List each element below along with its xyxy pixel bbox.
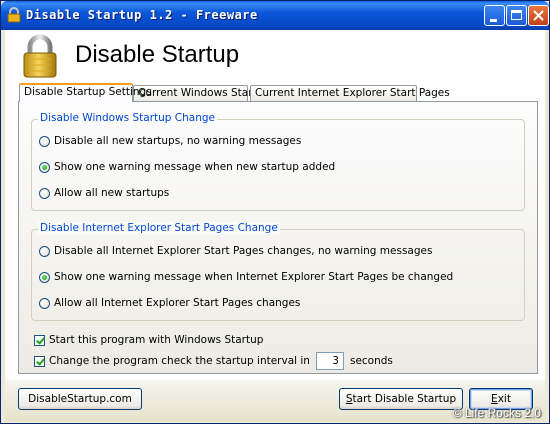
radio-allow-all-startups[interactable]: Allow all new startups [39, 186, 169, 200]
title-bar[interactable]: Disable Startup 1.2 - Freeware [1, 1, 549, 30]
start-label: tart Disable Startup [352, 393, 457, 405]
padlock-small-icon [7, 7, 21, 23]
checkbox-check-interval[interactable]: Change the program check the startup int… [34, 352, 393, 370]
close-icon [533, 10, 544, 21]
settings-panel: Disable Windows Startup Change Disable a… [18, 101, 538, 374]
start-mnemonic: S [345, 393, 353, 405]
radio-allow-ie-changes[interactable]: Allow all Internet Explorer Start Pages … [39, 296, 300, 310]
close-button[interactable] [528, 5, 549, 26]
windows-startup-group-title: Disable Windows Startup Change [38, 112, 218, 124]
maximize-button[interactable] [506, 5, 527, 26]
checkbox-start-with-windows[interactable]: Start this program with Windows Startup [34, 333, 263, 347]
radio-button[interactable] [39, 245, 50, 257]
ie-start-pages-group: Disable Internet Explorer Start Pages Ch… [31, 222, 525, 321]
watermark: © Life Rocks 2.0 [452, 406, 541, 420]
interval-input[interactable]: 3 [315, 352, 344, 370]
maximize-icon [511, 10, 522, 20]
radio-label: Allow all Internet Explorer Start Pages … [54, 297, 301, 309]
checkbox-label: Start this program with Windows Startup [49, 334, 264, 346]
tab-current-ie-start-pages[interactable]: Current Internet Explorer Start Pages [250, 85, 450, 101]
radio-warn-ie-changes[interactable]: Show one warning message when Internet E… [39, 270, 453, 284]
checkbox[interactable] [34, 334, 45, 346]
website-button[interactable]: DisableStartup.com [18, 388, 142, 410]
padlock-icon [23, 34, 57, 78]
radio-label: Show one warning message when new startu… [54, 161, 336, 173]
client-area: Disable Startup Disable Startup Settings… [5, 30, 545, 421]
radio-button[interactable] [39, 187, 50, 199]
minimize-button[interactable] [484, 5, 505, 26]
interval-unit-label: seconds [349, 355, 393, 367]
radio-button[interactable] [39, 297, 50, 309]
radio-button[interactable] [39, 161, 50, 173]
radio-button[interactable] [39, 271, 50, 283]
radio-button[interactable] [39, 135, 50, 147]
windows-startup-group: Disable Windows Startup Change Disable a… [31, 112, 525, 211]
app-window: Disable Startup 1.2 - Freeware Disable S… [0, 0, 550, 424]
radio-disable-all-startups[interactable]: Disable all new startups, no warning mes… [39, 134, 301, 148]
radio-disable-ie-changes[interactable]: Disable all Internet Explorer Start Page… [39, 244, 432, 258]
start-disable-startup-button[interactable]: Start Disable Startup [339, 388, 463, 410]
minimize-icon [490, 19, 497, 22]
ie-start-pages-group-title: Disable Internet Explorer Start Pages Ch… [38, 222, 280, 234]
radio-label: Disable all Internet Explorer Start Page… [54, 245, 433, 257]
radio-warn-new-startup[interactable]: Show one warning message when new startu… [39, 160, 335, 174]
window-title: Disable Startup 1.2 - Freeware [26, 8, 258, 22]
exit-mnemonic: E [491, 393, 498, 405]
radio-label: Disable all new startups, no warning mes… [54, 135, 302, 147]
radio-label: Allow all new startups [54, 187, 170, 199]
app-heading: Disable Startup [75, 41, 240, 68]
exit-label: xit [497, 393, 511, 405]
checkbox-label: Change the program check the startup int… [49, 355, 310, 367]
checkbox[interactable] [34, 355, 45, 367]
radio-label: Show one warning message when Internet E… [54, 271, 454, 283]
tab-disable-startup-settings[interactable]: Disable Startup Settings [19, 83, 152, 102]
